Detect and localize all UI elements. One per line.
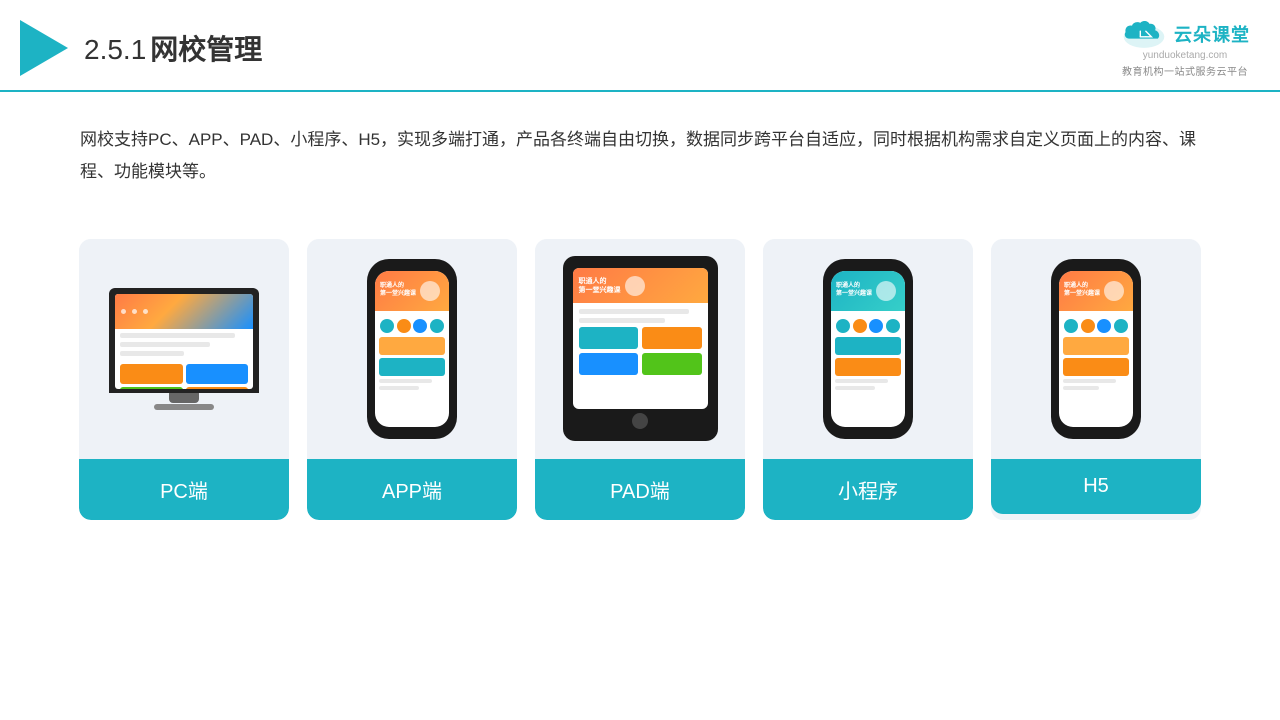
page-title: 2.5.1网校管理: [84, 28, 262, 68]
brand-logo: 云朵课堂 yunduoketang.com 教育机构一站式服务云平台: [1120, 18, 1250, 78]
phone-mockup-h5: 职通人的第一堂兴趣课: [1051, 259, 1141, 439]
brand-name: 云朵课堂: [1174, 21, 1250, 47]
card-pad-image: 职通人的第一堂兴趣课: [535, 239, 745, 459]
card-app-image: 职通人的第一堂兴趣课: [307, 239, 517, 459]
header-left: 2.5.1网校管理: [20, 20, 262, 76]
pc-mockup: [109, 288, 259, 410]
phone-mockup-miniapp: 职通人的第一堂兴趣课: [823, 259, 913, 439]
brand-slogan: 教育机构一站式服务云平台: [1122, 63, 1248, 78]
description-block: 网校支持PC、APP、PAD、小程序、H5，实现多端打通，产品各终端自由切换，数…: [0, 92, 1280, 209]
card-pad: 职通人的第一堂兴趣课: [535, 239, 745, 520]
card-h5-image: 职通人的第一堂兴趣课: [991, 239, 1201, 459]
card-h5-label: H5: [991, 459, 1201, 514]
cloud-icon: [1120, 18, 1168, 50]
phone-mockup-app: 职通人的第一堂兴趣课: [367, 259, 457, 439]
card-pc-label: PC端: [79, 459, 289, 520]
card-miniapp-image: 职通人的第一堂兴趣课: [763, 239, 973, 459]
card-app-label: APP端: [307, 459, 517, 520]
header: 2.5.1网校管理 云朵课堂 yunduoketang.com 教育机构一站式服…: [0, 0, 1280, 92]
card-h5: 职通人的第一堂兴趣课: [991, 239, 1201, 520]
play-icon: [20, 20, 68, 76]
description-text: 网校支持PC、APP、PAD、小程序、H5，实现多端打通，产品各终端自由切换，数…: [80, 124, 1200, 189]
card-miniapp: 职通人的第一堂兴趣课: [763, 239, 973, 520]
cards-container: PC端 职通人的第一堂兴趣课: [0, 219, 1280, 540]
card-pc-image: [79, 239, 289, 459]
pad-mockup: 职通人的第一堂兴趣课: [563, 256, 718, 441]
brand-url: yunduoketang.com: [1143, 50, 1228, 61]
card-miniapp-label: 小程序: [763, 459, 973, 520]
card-app: 职通人的第一堂兴趣课: [307, 239, 517, 520]
brand-cloud-row: 云朵课堂: [1120, 18, 1250, 50]
card-pad-label: PAD端: [535, 459, 745, 520]
card-pc: PC端: [79, 239, 289, 520]
